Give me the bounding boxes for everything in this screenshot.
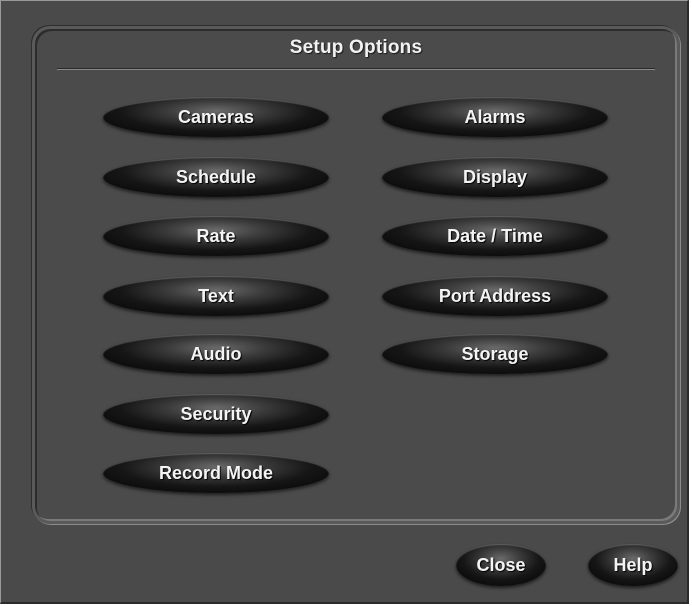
date-time-button[interactable]: Date / Time xyxy=(382,216,608,256)
storage-button-label: Storage xyxy=(461,343,529,364)
alarms-button-label: Alarms xyxy=(464,106,526,127)
setup-options-panel: Setup Options xyxy=(32,26,680,524)
cameras-button-label: Cameras xyxy=(177,106,255,127)
close-button[interactable]: Close xyxy=(456,544,546,586)
security-button-label: Security xyxy=(180,403,252,424)
help-button[interactable]: Help xyxy=(588,544,678,586)
display-button-label: Display xyxy=(462,166,528,187)
schedule-button[interactable]: Schedule xyxy=(103,157,329,197)
help-button-label: Help xyxy=(613,554,653,575)
rate-button-label: Rate xyxy=(196,225,236,246)
rate-button[interactable]: Rate xyxy=(103,216,329,256)
port-address-button[interactable]: Port Address xyxy=(382,276,608,316)
record-mode-button[interactable]: Record Mode xyxy=(103,453,329,493)
security-button[interactable]: Security xyxy=(103,394,329,434)
display-button[interactable]: Display xyxy=(382,157,608,197)
audio-button[interactable]: Audio xyxy=(103,334,329,374)
setup-options-window: Setup Options Cameras Schedule Rate Text… xyxy=(0,0,689,604)
close-button-label: Close xyxy=(476,554,526,575)
text-button[interactable]: Text xyxy=(103,276,329,316)
date-time-button-label: Date / Time xyxy=(447,225,543,246)
port-address-button-label: Port Address xyxy=(438,285,552,306)
title-divider xyxy=(57,68,655,70)
audio-button-label: Audio xyxy=(190,343,242,364)
alarms-button[interactable]: Alarms xyxy=(382,97,608,137)
schedule-button-label: Schedule xyxy=(175,166,257,187)
record-mode-button-label: Record Mode xyxy=(158,462,273,483)
cameras-button[interactable]: Cameras xyxy=(103,97,329,137)
storage-button[interactable]: Storage xyxy=(382,334,608,374)
panel-title: Setup Options xyxy=(289,37,423,58)
text-button-label: Text xyxy=(198,285,234,306)
